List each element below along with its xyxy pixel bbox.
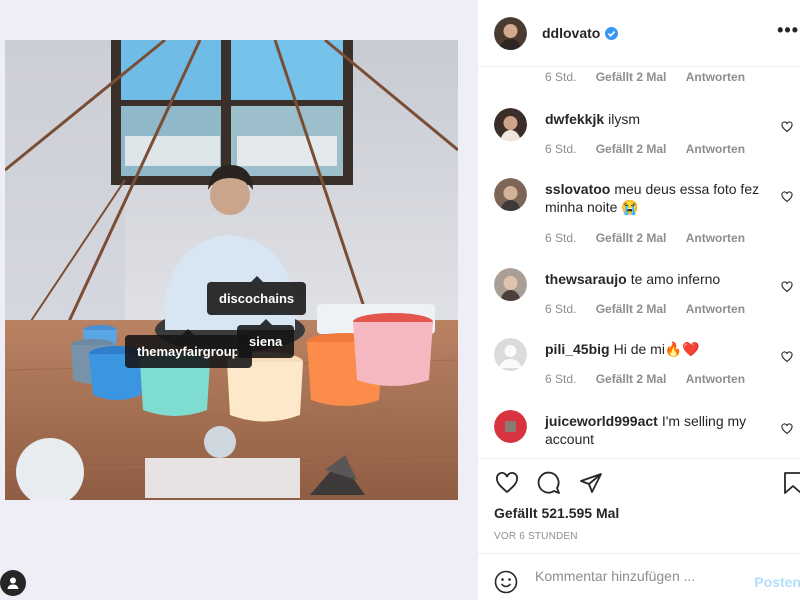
reply-button[interactable]: Antworten (686, 231, 745, 245)
heart-icon (781, 191, 793, 203)
tagged-people-button[interactable] (0, 570, 26, 596)
comment-input[interactable] (535, 568, 750, 584)
post-header: ddlovato ••• (478, 0, 800, 67)
like-button[interactable] (494, 471, 520, 500)
more-options-icon[interactable]: ••• (777, 20, 799, 41)
comments-list: 6 Std. Gefällt 2 Mal Antworten dwfekkjk i… (478, 68, 800, 458)
reply-button[interactable]: Antworten (686, 372, 745, 386)
comment-button[interactable] (536, 471, 562, 500)
comment-like-button[interactable] (781, 350, 793, 368)
photo-tag[interactable]: siena (237, 319, 295, 358)
verified-badge-icon (605, 26, 619, 40)
comment-likes[interactable]: Gefällt 2 Mal (596, 302, 667, 316)
avatar[interactable] (494, 410, 527, 443)
media-panel: discochains themayfairgroup siena (0, 0, 477, 600)
post-details-panel: ddlovato ••• 6 Std. Gefällt 2 Mal Antwor… (477, 0, 800, 600)
comment-meta: 6 Std. Gefällt 2 Mal Antworten (545, 70, 761, 84)
comment-content: ilysm (608, 111, 641, 127)
comment-likes[interactable]: Gefällt 2 Mal (596, 231, 667, 245)
reply-button[interactable]: Antworten (686, 70, 745, 84)
comment-username[interactable]: juiceworld999act (545, 413, 658, 429)
reply-button[interactable]: Antworten (686, 302, 745, 316)
post-photo[interactable]: discochains themayfairgroup siena (5, 40, 458, 500)
heart-icon (496, 472, 518, 494)
comment-time[interactable]: 6 Std. (545, 142, 576, 156)
comment-like-button[interactable] (781, 190, 793, 208)
comment-content: Hi de mi🔥❤️ (613, 341, 700, 357)
comment-time[interactable]: 6 Std. (545, 70, 576, 84)
heart-icon (781, 121, 793, 133)
comment-time[interactable]: 6 Std. (545, 372, 576, 386)
post-photo-illustration (5, 40, 458, 500)
comment-text: pili_45big Hi de mi🔥❤️ (545, 340, 765, 358)
reply-button[interactable]: Antworten (686, 142, 745, 156)
comment-meta: 6 Std. Gefällt 2 Mal Antworten (545, 142, 761, 156)
avatar[interactable] (494, 178, 527, 211)
add-comment-bar: Posten (478, 553, 800, 600)
action-icons (494, 471, 604, 500)
comment-username[interactable]: pili_45big (545, 341, 610, 357)
comment-username[interactable]: thewsaraujo (545, 271, 627, 287)
comment-username[interactable]: sslovatoo (545, 181, 610, 197)
comment-text: thewsaraujo te amo inferno (545, 270, 765, 288)
comment-username[interactable]: dwfekkjk (545, 111, 604, 127)
comment-content: te amo inferno (630, 271, 721, 287)
bookmark-icon (784, 472, 800, 494)
comment-meta: 6 Std. Gefällt 2 Mal Antworten (545, 302, 761, 316)
save-button[interactable] (781, 471, 800, 500)
photo-tag[interactable]: themayfairgroup (125, 329, 252, 368)
avatar[interactable] (494, 16, 527, 50)
comment-text: dwfekkjk ilysm (545, 110, 765, 128)
emoji-icon (494, 570, 518, 594)
comment-like-button[interactable] (781, 422, 793, 440)
heart-icon (781, 423, 793, 435)
emoji-button[interactable] (494, 570, 518, 599)
comment-like-button[interactable] (781, 280, 793, 298)
post-author-username[interactable]: ddlovato (542, 25, 600, 41)
send-icon (580, 473, 602, 493)
comment-meta: 6 Std. Gefällt 2 Mal Antworten (545, 231, 761, 245)
post-comment-button[interactable]: Posten (754, 574, 800, 590)
heart-icon (781, 281, 793, 293)
comment-likes[interactable]: Gefällt 2 Mal (596, 372, 667, 386)
comment-time[interactable]: 6 Std. (545, 302, 576, 316)
comment-likes[interactable]: Gefällt 2 Mal (596, 142, 667, 156)
post-timestamp[interactable]: VOR 6 STUNDEN (494, 531, 578, 542)
avatar[interactable] (494, 108, 527, 141)
heart-icon (781, 351, 793, 363)
share-button[interactable] (578, 471, 604, 500)
avatar[interactable] (494, 268, 527, 301)
default-avatar[interactable] (494, 338, 527, 371)
comment-likes[interactable]: Gefällt 2 Mal (596, 70, 667, 84)
user-icon (7, 577, 19, 589)
comment-text: sslovatoo meu deus essa foto fez minha no… (545, 180, 765, 216)
comment-bubble-icon (537, 471, 560, 494)
post-actions: Gefällt 521.595 Mal VOR 6 STUNDEN (478, 458, 800, 553)
photo-tag[interactable]: discochains (207, 276, 307, 315)
comment-like-button[interactable] (781, 120, 793, 138)
comment-text: juiceworld999act I'm selling my account (545, 412, 765, 448)
comment-meta: 6 Std. Gefällt 2 Mal Antworten (545, 372, 761, 386)
comment-time[interactable]: 6 Std. (545, 231, 576, 245)
likes-count[interactable]: Gefällt 521.595 Mal (494, 505, 619, 521)
